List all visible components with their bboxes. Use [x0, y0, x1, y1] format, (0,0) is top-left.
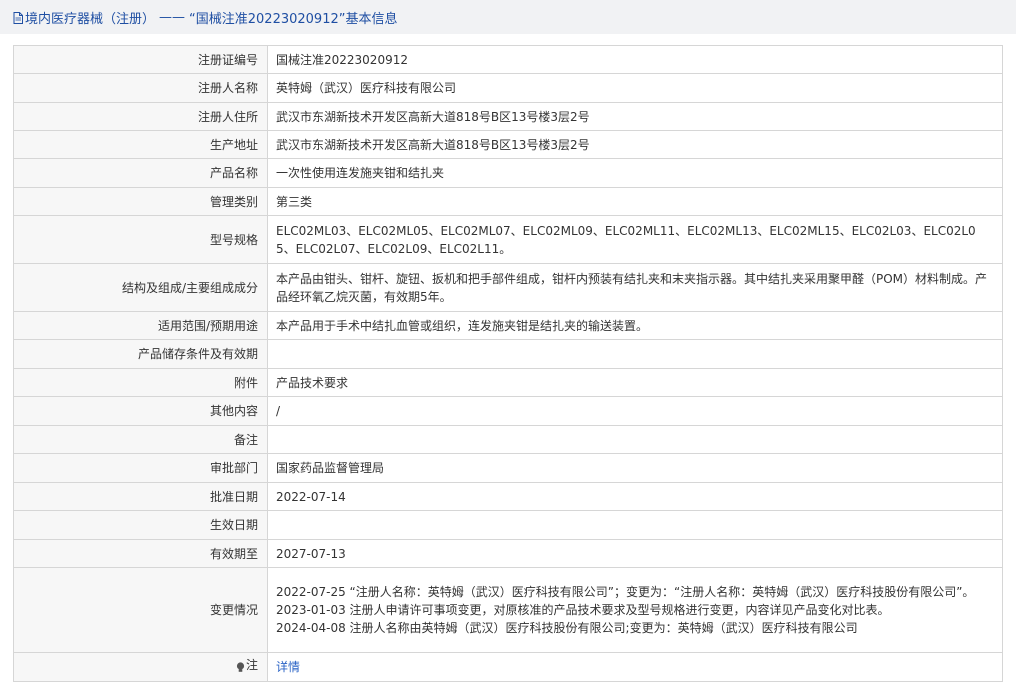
row-value-note: 详情: [267, 652, 1003, 682]
table-row: 生产地址 武汉市东湖新技术开发区高新大道818号B区13号楼3层2号: [13, 130, 1003, 159]
row-label-structure: 结构及组成/主要组成成分: [13, 263, 268, 312]
page-title-bar: 境内医疗器械（注册） —— “国械注准20223020912”基本信息: [0, 0, 1016, 34]
row-label-management-class: 管理类别: [13, 187, 268, 216]
row-value-model-spec: ELC02ML03、ELC02ML05、ELC02ML07、ELC02ML09、…: [267, 215, 1003, 264]
table-row: 批准日期 2022-07-14: [13, 482, 1003, 511]
row-value-attachment: 产品技术要求: [267, 368, 1003, 397]
row-label-remarks: 备注: [13, 425, 268, 454]
row-value-product-name: 一次性使用连发施夹钳和结扎夹: [267, 158, 1003, 188]
row-label-approval-date: 批准日期: [13, 482, 268, 511]
table-row: 产品名称 一次性使用连发施夹钳和结扎夹: [13, 158, 1003, 188]
row-value-effective-date: [267, 510, 1003, 540]
table-row: 其他内容 /: [13, 396, 1003, 426]
row-label-changes: 变更情况: [13, 567, 268, 653]
row-label-attachment: 附件: [13, 368, 268, 397]
device-info-table: 注册证编号 国械注准20223020912 注册人名称 英特姆（武汉）医疗科技有…: [13, 45, 1003, 682]
row-label-registrant-name: 注册人名称: [13, 73, 268, 103]
row-value-storage: [267, 339, 1003, 369]
row-label-storage: 产品储存条件及有效期: [13, 339, 268, 369]
row-value-remarks: [267, 425, 1003, 454]
row-label-product-name: 产品名称: [13, 158, 268, 188]
row-label-other-content: 其他内容: [13, 396, 268, 426]
row-value-registration-no: 国械注准20223020912: [267, 45, 1003, 74]
row-value-expiry-date: 2027-07-13: [267, 539, 1003, 568]
row-label-registrant-address: 注册人住所: [13, 102, 268, 131]
breadcrumb-category: 境内医疗器械（注册）: [25, 11, 156, 27]
note-label-text: 注: [245, 658, 258, 673]
table-row: 审批部门 国家药品监督管理局: [13, 453, 1003, 483]
row-label-intended-use: 适用范围/预期用途: [13, 311, 268, 340]
row-value-registrant-address: 武汉市东湖新技术开发区高新大道818号B区13号楼3层2号: [267, 102, 1003, 131]
change-entry: 2022-07-25 “注册人名称：英特姆（武汉）医疗科技有限公司”；变更为：“…: [276, 585, 975, 599]
page-title: “国械注准20223020912”基本信息: [189, 11, 398, 27]
row-label-expiry-date: 有效期至: [13, 539, 268, 568]
table-row: 备注: [13, 425, 1003, 454]
row-value-other-content: /: [267, 396, 1003, 426]
row-value-intended-use: 本产品用于手术中结扎血管或组织，连发施夹钳是结扎夹的输送装置。: [267, 311, 1003, 340]
table-row: 适用范围/预期用途 本产品用于手术中结扎血管或组织，连发施夹钳是结扎夹的输送装置…: [13, 311, 1003, 340]
row-label-model-spec: 型号规格: [13, 215, 268, 264]
note-label: 注: [236, 656, 258, 674]
row-value-production-address: 武汉市东湖新技术开发区高新大道818号B区13号楼3层2号: [267, 130, 1003, 159]
document-icon: [13, 12, 23, 24]
bulb-icon: [236, 660, 245, 672]
table-row: 注 详情: [13, 652, 1003, 682]
row-value-registrant-name: 英特姆（武汉）医疗科技有限公司: [267, 73, 1003, 103]
table-row: 有效期至 2027-07-13: [13, 539, 1003, 568]
row-value-changes: 2022-07-25 “注册人名称：英特姆（武汉）医疗科技有限公司”；变更为：“…: [267, 567, 1003, 653]
row-label-effective-date: 生效日期: [13, 510, 268, 540]
row-value-structure: 本产品由钳头、钳杆、旋钮、扳机和把手部件组成，钳杆内预装有结扎夹和末夹指示器。其…: [267, 263, 1003, 312]
details-link[interactable]: 详情: [276, 660, 300, 674]
table-row: 注册人住所 武汉市东湖新技术开发区高新大道818号B区13号楼3层2号: [13, 102, 1003, 131]
row-value-approval-date: 2022-07-14: [267, 482, 1003, 511]
table-row: 生效日期: [13, 510, 1003, 540]
row-value-management-class: 第三类: [267, 187, 1003, 216]
table-row: 注册证编号 国械注准20223020912: [13, 45, 1003, 74]
row-value-approval-dept: 国家药品监督管理局: [267, 453, 1003, 483]
table-row: 产品储存条件及有效期: [13, 339, 1003, 369]
table-row: 附件 产品技术要求: [13, 368, 1003, 397]
row-label-approval-dept: 审批部门: [13, 453, 268, 483]
row-label-note: 注: [13, 652, 268, 682]
table-row: 管理类别 第三类: [13, 187, 1003, 216]
table-row: 变更情况 2022-07-25 “注册人名称：英特姆（武汉）医疗科技有限公司”；…: [13, 567, 1003, 653]
row-label-production-address: 生产地址: [13, 130, 268, 159]
row-label-registration-no: 注册证编号: [13, 45, 268, 74]
table-row: 型号规格 ELC02ML03、ELC02ML05、ELC02ML07、ELC02…: [13, 215, 1003, 264]
change-entry: 2023-01-03 注册人申请许可事项变更，对原核准的产品技术要求及型号规格进…: [276, 603, 890, 617]
change-entry: 2024-04-08 注册人名称由英特姆（武汉）医疗科技股份有限公司;变更为：英…: [276, 621, 858, 635]
table-row: 注册人名称 英特姆（武汉）医疗科技有限公司: [13, 73, 1003, 103]
breadcrumb-separator: ——: [159, 9, 186, 25]
table-row: 结构及组成/主要组成成分 本产品由钳头、钳杆、旋钮、扳机和把手部件组成，钳杆内预…: [13, 263, 1003, 312]
